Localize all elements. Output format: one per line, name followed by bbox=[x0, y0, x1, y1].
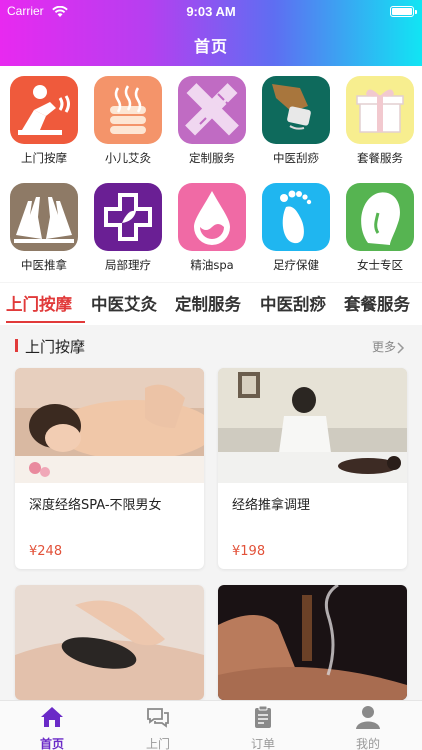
category-scraping[interactable]: 中医刮痧 bbox=[254, 76, 338, 166]
category-foot[interactable]: 足疗保健 bbox=[254, 183, 338, 273]
product-card[interactable]: 经络推拿调理 ¥198 bbox=[218, 368, 407, 569]
page-title: 首页 bbox=[193, 37, 228, 56]
clock: 9:03 AM bbox=[186, 4, 236, 19]
nav-header: Carrier 9:03 AM 首页 bbox=[0, 0, 422, 66]
tabbar-label: 上门 bbox=[145, 737, 170, 750]
clipboard-icon bbox=[255, 705, 271, 728]
product-card[interactable]: 深度经络SPA-不限男女 ¥248 bbox=[15, 368, 204, 569]
more-link[interactable]: 更多 bbox=[372, 338, 396, 355]
product-price: ¥198 bbox=[232, 544, 266, 559]
therapist-massage-photo bbox=[218, 368, 407, 483]
medical-cross-icon bbox=[94, 183, 162, 251]
tabbar-visit[interactable]: 上门 bbox=[128, 705, 188, 750]
foot-icon bbox=[262, 183, 330, 251]
tabbar-label: 订单 bbox=[250, 737, 275, 750]
oil-drop-icon bbox=[178, 183, 246, 251]
category-custom[interactable]: 定制服务 bbox=[170, 76, 254, 166]
stone-massage-photo bbox=[15, 585, 204, 700]
tab-custom[interactable]: 定制服务 bbox=[175, 291, 241, 315]
active-tab-indicator bbox=[6, 321, 85, 323]
tabbar-label: 首页 bbox=[39, 737, 64, 750]
category-massage[interactable]: 上门按摩 bbox=[2, 76, 86, 166]
tabbar-home[interactable]: 首页 bbox=[22, 705, 82, 750]
category-label: 定制服务 bbox=[189, 151, 235, 165]
category-spa[interactable]: 精油spa bbox=[170, 183, 254, 273]
woman-face-icon bbox=[346, 183, 414, 251]
section-title: 上门按摩 bbox=[25, 338, 86, 356]
category-label: 套餐服务 bbox=[357, 151, 403, 165]
category-grid: 上门按摩 小儿艾灸 定制服务 中医刮痧 套餐服务 中医推拿 局部理疗 精油spa… bbox=[0, 66, 422, 282]
scraping-hand-icon bbox=[262, 76, 330, 144]
hands-icon bbox=[10, 183, 78, 251]
tab-scraping[interactable]: 中医刮痧 bbox=[260, 291, 326, 315]
category-tuina[interactable]: 中医推拿 bbox=[2, 183, 86, 273]
category-label: 上门按摩 bbox=[21, 151, 67, 165]
tabbar-orders[interactable]: 订单 bbox=[233, 705, 293, 750]
bottom-tab-bar: 首页 上门 订单 我的 bbox=[0, 700, 422, 750]
moxibustion-photo bbox=[218, 585, 407, 700]
section-header: 上门按摩 更多 bbox=[0, 333, 422, 359]
user-icon bbox=[356, 706, 380, 729]
product-price: ¥248 bbox=[29, 544, 63, 559]
category-label: 女士专区 bbox=[357, 258, 403, 272]
category-label: 足疗保健 bbox=[273, 258, 319, 272]
tab-massage[interactable]: 上门按摩 bbox=[6, 291, 72, 315]
battery-icon bbox=[390, 6, 417, 17]
chevron-right-icon[interactable] bbox=[397, 339, 405, 358]
category-label: 中医刮痧 bbox=[273, 151, 319, 165]
category-label: 局部理疗 bbox=[105, 258, 151, 272]
category-package[interactable]: 套餐服务 bbox=[338, 76, 422, 166]
status-bar: Carrier 9:03 AM bbox=[0, 4, 422, 20]
section-marker bbox=[15, 339, 18, 352]
category-label: 精油spa bbox=[190, 258, 234, 272]
tabbar-label: 我的 bbox=[355, 737, 380, 750]
category-label: 小儿艾灸 bbox=[105, 151, 151, 165]
category-label: 中医推拿 bbox=[21, 258, 67, 272]
category-moxa[interactable]: 小儿艾灸 bbox=[86, 76, 170, 166]
tab-package[interactable]: 套餐服务 bbox=[344, 291, 410, 315]
tabbar-profile[interactable]: 我的 bbox=[338, 705, 398, 750]
category-women[interactable]: 女士专区 bbox=[338, 183, 422, 273]
product-card[interactable] bbox=[15, 585, 204, 700]
product-title: 深度经络SPA-不限男女 bbox=[29, 498, 162, 513]
category-physio[interactable]: 局部理疗 bbox=[86, 183, 170, 273]
spa-massage-photo bbox=[15, 368, 204, 483]
tab-moxibustion[interactable]: 中医艾灸 bbox=[91, 291, 157, 315]
home-icon bbox=[41, 707, 63, 727]
chat-bubbles-icon bbox=[147, 708, 169, 728]
massage-person-icon bbox=[10, 76, 78, 144]
moxa-sticks-icon bbox=[94, 76, 162, 144]
ruler-pen-icon bbox=[178, 76, 246, 144]
product-card[interactable] bbox=[218, 585, 407, 700]
gift-box-icon bbox=[346, 76, 414, 144]
product-title: 经络推拿调理 bbox=[232, 498, 311, 513]
category-tabs: 上门按摩 中医艾灸 定制服务 中医刮痧 套餐服务 bbox=[0, 283, 422, 325]
